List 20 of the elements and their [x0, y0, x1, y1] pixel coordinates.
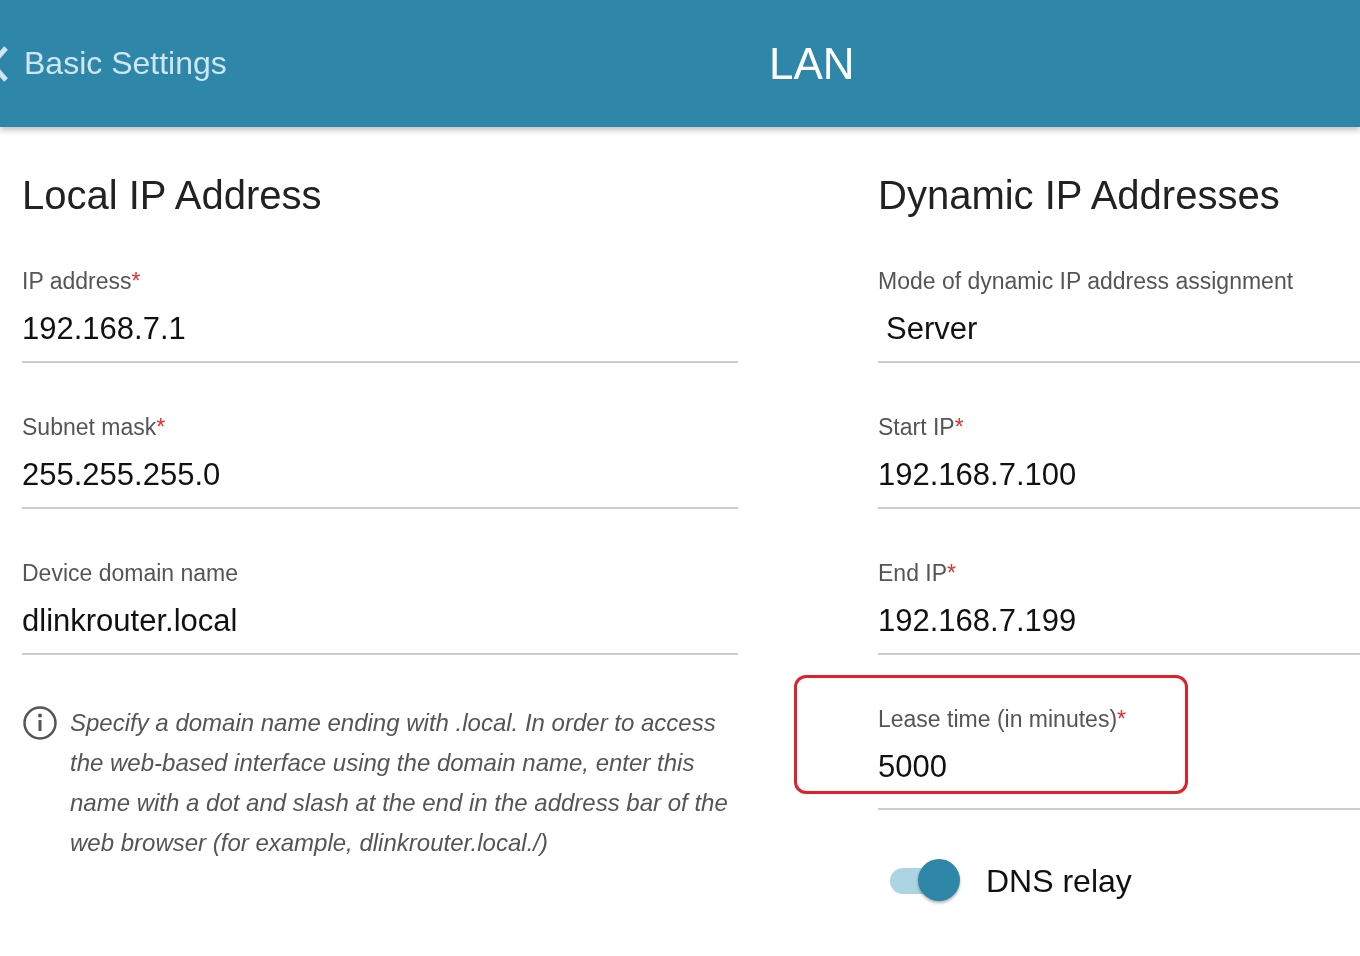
- field-label: IP address*: [22, 267, 142, 295]
- input-field[interactable]: 192.168.7.199: [878, 603, 1360, 639]
- section-title: Dynamic IP Addresses: [878, 173, 1281, 217]
- field-label: Start IP*: [878, 413, 965, 441]
- input-field[interactable]: 192.168.7.1: [22, 311, 738, 347]
- field-label: Lease time (in minutes)*: [878, 705, 1127, 733]
- field-label: Mode of dynamic IP address assignment: [878, 267, 1295, 295]
- info-icon: [22, 705, 58, 741]
- field-label: Device domain name: [22, 559, 240, 587]
- input-field[interactable]: 255.255.255.0: [22, 457, 738, 493]
- toggle-label: DNS relay: [986, 862, 1132, 900]
- input-field[interactable]: 5000: [878, 749, 1185, 785]
- section-title: Local IP Address: [22, 173, 323, 217]
- field-label: End IP*: [878, 559, 957, 587]
- field-label: Subnet mask*: [22, 413, 167, 441]
- info-note: Specify a domain name ending with .local. In order to access the web-based interface using the domain name, enter this name with a dot and slash at the end in the address bar of the web browser (for example, dlinkrouter.local./): [70, 708, 729, 858]
- input-field[interactable]: 192.168.7.100: [878, 457, 1360, 493]
- page-title: LAN: [769, 38, 855, 90]
- input-field[interactable]: dlinkrouter.local: [22, 603, 738, 639]
- select-field[interactable]: Server: [878, 311, 1360, 347]
